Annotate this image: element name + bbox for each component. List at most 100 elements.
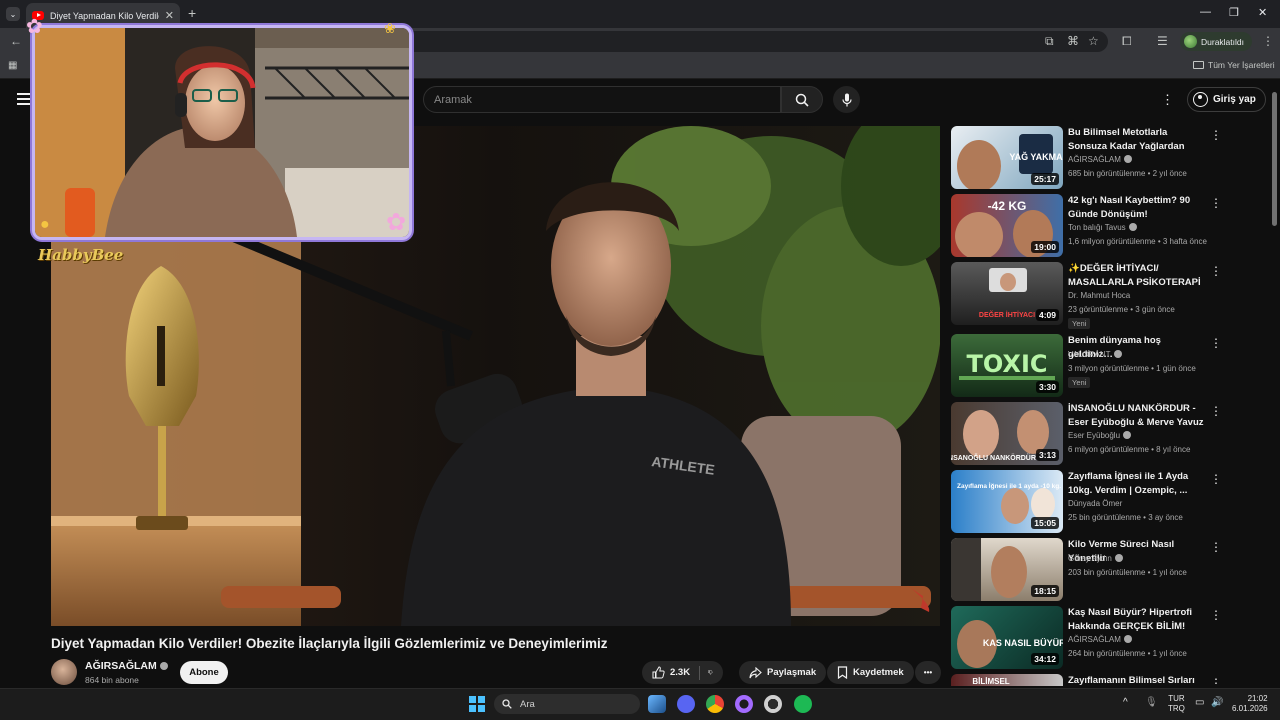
rec-title[interactable]: Zayıflamanın Bilimsel Sırları (ve — [1068, 674, 1205, 686]
rec-item-1[interactable]: YAĞ YAKMA 25:17 Bu Bilimsel Metotlarla S… — [951, 126, 1223, 190]
rec-item-8[interactable]: KAS NASIL BÜYÜR? 34:12 Kaş Nasıl Büyür? … — [951, 606, 1223, 670]
rec-thumbnail[interactable]: KAS NASIL BÜYÜR? 34:12 — [951, 606, 1063, 669]
restore-window-icon[interactable]: ❐ — [1229, 6, 1239, 19]
svg-text:KAS NASIL BÜYÜR?: KAS NASIL BÜYÜR? — [983, 638, 1063, 648]
more-actions-button[interactable]: ••• — [915, 661, 941, 684]
rec-thumbnail[interactable]: Zayıflama İğnesi ile 1 ayda -10 kg. 15:0… — [951, 470, 1063, 533]
reading-list-icon[interactable]: ☰ — [1157, 34, 1168, 48]
rec-channel[interactable]: AĞIRSAĞLAM — [1068, 635, 1132, 644]
subscribe-button[interactable]: Abone — [180, 661, 228, 684]
rec-title[interactable]: Zayıflama İğnesi ile 1 Ayda 10kg. Verdim… — [1068, 470, 1205, 497]
rec-meta: 25 bin görüntülenme • 3 ay önce — [1068, 513, 1183, 522]
translate-icon[interactable]: ⌘ — [1067, 34, 1079, 48]
rec-duration: 15:05 — [1031, 517, 1059, 529]
channel-name[interactable]: AĞIRSAĞLAM — [85, 660, 168, 672]
bookmark-star-icon[interactable]: ☆ — [1088, 34, 1099, 48]
tab-close-icon[interactable]: ✕ — [165, 9, 174, 22]
clock[interactable]: 21:02 6.01.2026 — [1232, 694, 1268, 714]
verified-badge-icon — [1123, 431, 1132, 439]
rec-title[interactable]: Kaş Nasıl Büyür? Hipertrofi Hakkında GER… — [1068, 606, 1205, 633]
rec-item-4[interactable]: TOXIC 3:30 Benim dünyama hoş geldiniz… V… — [951, 334, 1223, 398]
rec-item-9[interactable]: BİLİMSEL Zayıflamanın Bilimsel Sırları (… — [951, 674, 1223, 686]
scrollbar-thumb[interactable] — [1272, 92, 1277, 226]
search-placeholder: Aramak — [434, 93, 472, 106]
rec-channel[interactable]: Dünyada Ömer — [1068, 499, 1122, 508]
apps-grid-icon[interactable]: ▦ — [8, 60, 17, 71]
rec-item-2[interactable]: -42 KG 19:00 42 kg'ı Nasıl Kaybettim? 90… — [951, 194, 1223, 258]
taskbar-search-input[interactable]: Ara — [494, 694, 640, 714]
settings-more-icon[interactable]: ⋮ — [1161, 92, 1174, 108]
channel-avatar[interactable] — [51, 659, 77, 685]
rec-menu-icon[interactable]: ⋮ — [1210, 128, 1222, 142]
discord-icon[interactable] — [677, 695, 695, 713]
microphone-tray-icon[interactable]: 🎙 — [1145, 697, 1158, 708]
rec-channel[interactable]: Ton balığı Tavus — [1068, 223, 1137, 232]
rec-channel[interactable]: Güray Aydın — [1068, 554, 1123, 563]
save-button[interactable]: Kaydetmek — [827, 661, 914, 684]
obs-icon[interactable] — [764, 695, 782, 713]
taskbar-app-icon-1[interactable] — [648, 695, 666, 713]
rec-title[interactable]: ✨DEĞER İHTİYACI/ MASALLARLA PSİKOTERAPİ — [1068, 262, 1205, 289]
rec-item-6[interactable]: Zayıflama İğnesi ile 1 ayda -10 kg. 15:0… — [951, 470, 1223, 534]
rec-menu-icon[interactable]: ⋮ — [1210, 676, 1222, 686]
rec-thumbnail[interactable]: DEĞER İHTİYACI 4:09 — [951, 262, 1063, 325]
rec-menu-icon[interactable]: ⋮ — [1210, 472, 1222, 486]
rec-thumbnail[interactable]: İNSANOĞLU NANKÖRDÜR 3:13 — [951, 402, 1063, 465]
rec-title[interactable]: Bu Bilimsel Metotlarla Sonsuza Kadar Yağ… — [1068, 126, 1205, 153]
rec-item-3[interactable]: DEĞER İHTİYACI 4:09 ✨DEĞER İHTİYACI/ MAS… — [951, 262, 1223, 329]
network-icon[interactable]: ▭ — [1195, 697, 1204, 708]
hamburger-menu-icon[interactable] — [17, 93, 31, 108]
tray-chevron-icon[interactable]: ^ — [1123, 697, 1128, 708]
extensions-icon[interactable]: ⧠ — [1122, 34, 1132, 49]
profile-button[interactable]: Duraklatıldı — [1180, 32, 1252, 51]
rec-duration: 3:30 — [1035, 381, 1059, 393]
tab-search-chevron-icon[interactable]: ⌄ — [6, 7, 20, 21]
rec-thumbnail[interactable]: BİLİMSEL — [951, 674, 1063, 686]
rec-meta: 6 milyon görüntülenme • 8 yıl önce — [1068, 445, 1191, 454]
chrome-icon[interactable] — [706, 695, 724, 713]
volume-icon[interactable]: 🔊 — [1211, 697, 1223, 708]
rec-duration: 25:17 — [1031, 173, 1059, 185]
like-count: 2.3K — [670, 667, 691, 678]
sign-in-button[interactable]: Giriş yap — [1187, 87, 1266, 112]
share-button[interactable]: Paylaşmak — [739, 661, 827, 684]
rec-title[interactable]: 42 kg'ı Nasıl Kaybettim? 90 Günde Dönüşü… — [1068, 194, 1205, 221]
rec-meta: 685 bin görüntülenme • 2 yıl önce — [1068, 169, 1187, 178]
new-tab-button[interactable]: + — [188, 5, 196, 21]
minimize-window-icon[interactable]: — — [1200, 6, 1211, 18]
twitch-studio-icon[interactable] — [735, 695, 753, 713]
search-button[interactable] — [781, 86, 823, 113]
rec-channel[interactable]: AĞIRSAĞLAM — [1068, 155, 1132, 164]
rec-thumbnail[interactable]: YAĞ YAKMA 25:17 — [951, 126, 1063, 189]
input-language[interactable]: TUR TRQ — [1168, 694, 1185, 714]
like-button[interactable]: 2.3K — [652, 666, 690, 679]
rec-menu-icon[interactable]: ⋮ — [1210, 404, 1222, 418]
search-input[interactable]: Aramak — [423, 86, 781, 113]
rec-item-5[interactable]: İNSANOĞLU NANKÖRDÜR 3:13 İNSANOĞLU NANKÖ… — [951, 402, 1223, 466]
rec-thumbnail[interactable]: -42 KG 19:00 — [951, 194, 1063, 257]
rec-menu-icon[interactable]: ⋮ — [1210, 264, 1222, 278]
browser-menu-icon[interactable]: ⋮ — [1262, 34, 1274, 48]
spotify-icon[interactable] — [794, 695, 812, 713]
rec-channel[interactable]: Dr. Mahmut Hoca — [1068, 291, 1130, 300]
rec-channel[interactable]: VALORANT — [1068, 350, 1122, 359]
rec-menu-icon[interactable]: ⋮ — [1210, 336, 1222, 350]
thumbs-down-icon[interactable] — [708, 666, 713, 679]
back-arrow-icon[interactable]: ← — [10, 34, 22, 48]
rec-thumbnail[interactable]: 18:15 — [951, 538, 1063, 601]
save-label: Kaydetmek — [853, 667, 904, 678]
windows-start-icon[interactable] — [469, 696, 485, 712]
rec-menu-icon[interactable]: ⋮ — [1210, 608, 1222, 622]
rec-channel[interactable]: Eser Eyüboğlu — [1068, 431, 1132, 440]
rec-menu-icon[interactable]: ⋮ — [1210, 196, 1222, 210]
rec-title[interactable]: İNSANOĞLU NANKÖRDUR - Eser Eyüboğlu & Me… — [1068, 402, 1205, 429]
close-window-icon[interactable]: ✕ — [1258, 6, 1267, 19]
voice-search-button[interactable] — [833, 86, 860, 113]
rec-item-7[interactable]: 18:15 Kilo Verme Süreci Nasıl Yönetilir … — [951, 538, 1223, 602]
cast-icon[interactable]: ⧉ — [1045, 34, 1054, 49]
all-bookmarks-button[interactable]: Tüm Yer İşaretleri — [1193, 60, 1275, 70]
svg-text:-42 KG: -42 KG — [988, 199, 1027, 213]
rec-menu-icon[interactable]: ⋮ — [1210, 540, 1222, 554]
clock-time: 21:02 — [1247, 694, 1268, 703]
rec-thumbnail[interactable]: TOXIC 3:30 — [951, 334, 1063, 397]
